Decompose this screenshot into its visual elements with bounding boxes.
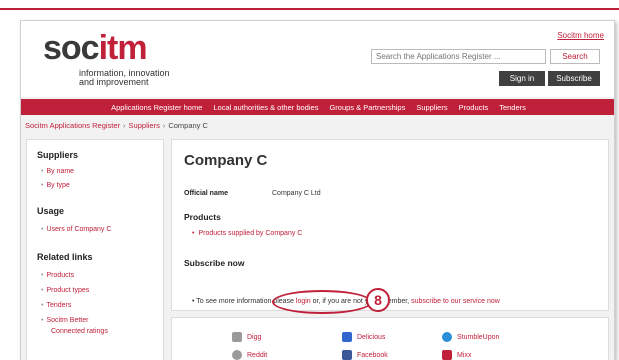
social-delicious[interactable]: Delicious bbox=[342, 332, 385, 342]
bullet: • bbox=[41, 317, 44, 324]
logo-tagline: information, innovation and improvement bbox=[79, 69, 170, 87]
subscribe-heading: Subscribe now bbox=[184, 258, 245, 268]
sidebar-link-better-connected-cont[interactable]: Connected ratings bbox=[51, 328, 108, 335]
social-stumbleupon[interactable]: StumbleUpon bbox=[442, 332, 499, 342]
sidebar-heading-usage: Usage bbox=[37, 206, 65, 216]
breadcrumb-current: Company C bbox=[168, 121, 208, 130]
tagline-line-2: and improvement bbox=[79, 77, 149, 87]
sidebar-link-by-name[interactable]: • By name bbox=[41, 168, 74, 175]
sidebar-link-users[interactable]: • Users of Company C bbox=[41, 226, 111, 233]
nav-suppliers[interactable]: Suppliers bbox=[416, 103, 447, 112]
social-digg[interactable]: Digg bbox=[232, 332, 261, 342]
sidebar-link-by-type[interactable]: • By type bbox=[41, 182, 70, 189]
bullet: • bbox=[41, 226, 44, 233]
page-title: Company C bbox=[184, 152, 268, 169]
sign-in-button[interactable]: Sign in bbox=[499, 71, 545, 86]
socitm-logo[interactable]: socitm bbox=[43, 29, 148, 67]
logo-soc: soc bbox=[43, 29, 100, 67]
mixx-icon bbox=[442, 350, 452, 360]
nav-applications-register-home[interactable]: Applications Register home bbox=[111, 103, 202, 112]
products-heading: Products bbox=[184, 212, 221, 222]
search-input[interactable] bbox=[371, 49, 546, 64]
sidebar: Suppliers • By name • By type Usage • Users… bbox=[26, 139, 164, 360]
annotation-highlight-oval bbox=[272, 290, 372, 314]
sidebar-heading-suppliers: Suppliers bbox=[37, 150, 79, 160]
official-name-label: Official name bbox=[184, 190, 228, 197]
site-header: socitm information, innovation and impro… bbox=[21, 21, 614, 97]
bullet: • bbox=[41, 182, 44, 189]
official-name-value: Company C Ltd bbox=[272, 190, 321, 197]
breadcrumb-separator: › bbox=[162, 121, 166, 130]
breadcrumb: Socitm Applications Register › Suppliers › C… bbox=[25, 121, 208, 130]
breadcrumb-separator: › bbox=[123, 121, 126, 130]
bullet: • bbox=[41, 287, 44, 294]
subscribe-button[interactable]: Subscribe bbox=[548, 71, 600, 86]
bullet: • bbox=[192, 230, 195, 237]
sidebar-heading-related: Related links bbox=[37, 252, 93, 262]
bullet: • bbox=[41, 272, 44, 279]
sidebar-link-products[interactable]: • Products bbox=[41, 272, 74, 279]
sidebar-link-better-connected[interactable]: • Socitm Better bbox=[41, 317, 88, 324]
nav-products[interactable]: Products bbox=[459, 103, 489, 112]
sidebar-link-tenders[interactable]: • Tenders bbox=[41, 302, 71, 309]
breadcrumb-register[interactable]: Socitm Applications Register bbox=[25, 121, 120, 130]
socitm-home-link[interactable]: Socitm home bbox=[557, 31, 604, 40]
facebook-icon bbox=[342, 350, 352, 360]
social-bookmarks: Digg Delicious StumbleUpon Reddit Facebo… bbox=[171, 317, 609, 360]
main-nav: Applications Register home Local authori… bbox=[21, 99, 614, 115]
browser-page: socitm information, innovation and impro… bbox=[20, 20, 615, 360]
stumbleupon-icon bbox=[442, 332, 452, 342]
nav-local-authorities[interactable]: Local authorities & other bodies bbox=[213, 103, 318, 112]
subscribe-service-link[interactable]: subscribe to our service now bbox=[411, 298, 500, 305]
main-content: Company C Official name Company C Ltd Pr… bbox=[171, 139, 609, 314]
nav-groups-partnerships[interactable]: Groups & Partnerships bbox=[329, 103, 405, 112]
top-accent-line bbox=[0, 8, 619, 10]
sidebar-link-product-types[interactable]: • Product types bbox=[41, 287, 89, 294]
bullet: • bbox=[41, 168, 44, 175]
social-facebook[interactable]: Facebook bbox=[342, 350, 388, 360]
logo-itm: itm bbox=[98, 29, 148, 67]
breadcrumb-suppliers[interactable]: Suppliers bbox=[129, 121, 160, 130]
search-button[interactable]: Search bbox=[550, 49, 600, 64]
reddit-icon bbox=[232, 350, 242, 360]
nav-tenders[interactable]: Tenders bbox=[499, 103, 526, 112]
delicious-icon bbox=[342, 332, 352, 342]
bullet: • bbox=[41, 302, 44, 309]
social-mixx[interactable]: Mixx bbox=[442, 350, 471, 360]
social-reddit[interactable]: Reddit bbox=[232, 350, 267, 360]
digg-icon bbox=[232, 332, 242, 342]
annotation-number-badge: 8 bbox=[366, 288, 390, 312]
products-supplied-link[interactable]: • Products supplied by Company C bbox=[192, 230, 302, 237]
